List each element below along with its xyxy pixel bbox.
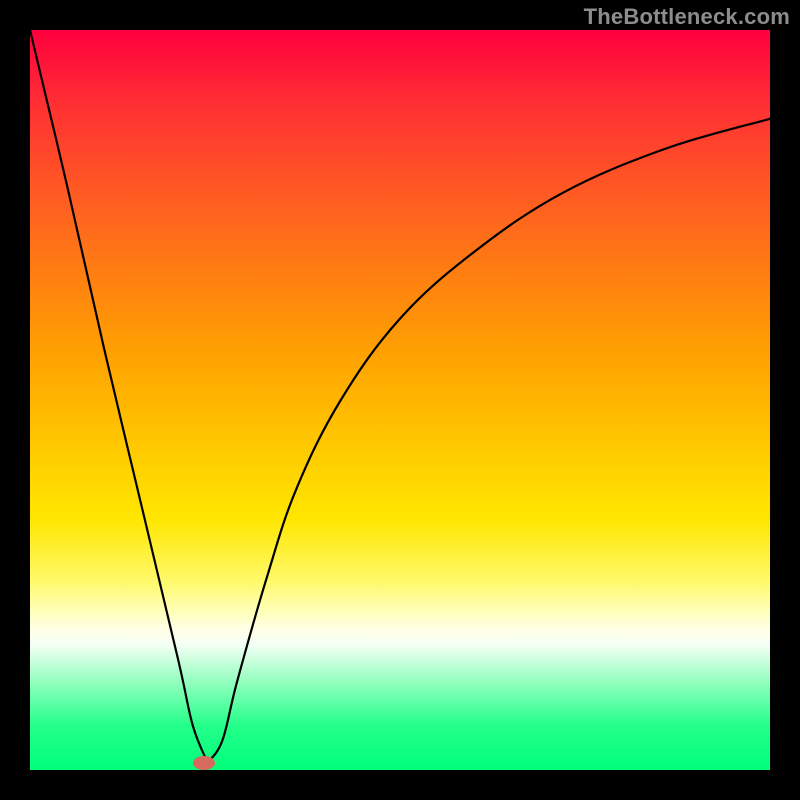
curve-right-branch	[208, 119, 770, 763]
plot-area	[30, 30, 770, 770]
curve-left-branch	[30, 30, 208, 763]
watermark-text: TheBottleneck.com	[584, 4, 790, 30]
bottleneck-marker	[193, 756, 215, 770]
chart-frame: TheBottleneck.com	[0, 0, 800, 800]
curve-svg	[30, 30, 770, 770]
